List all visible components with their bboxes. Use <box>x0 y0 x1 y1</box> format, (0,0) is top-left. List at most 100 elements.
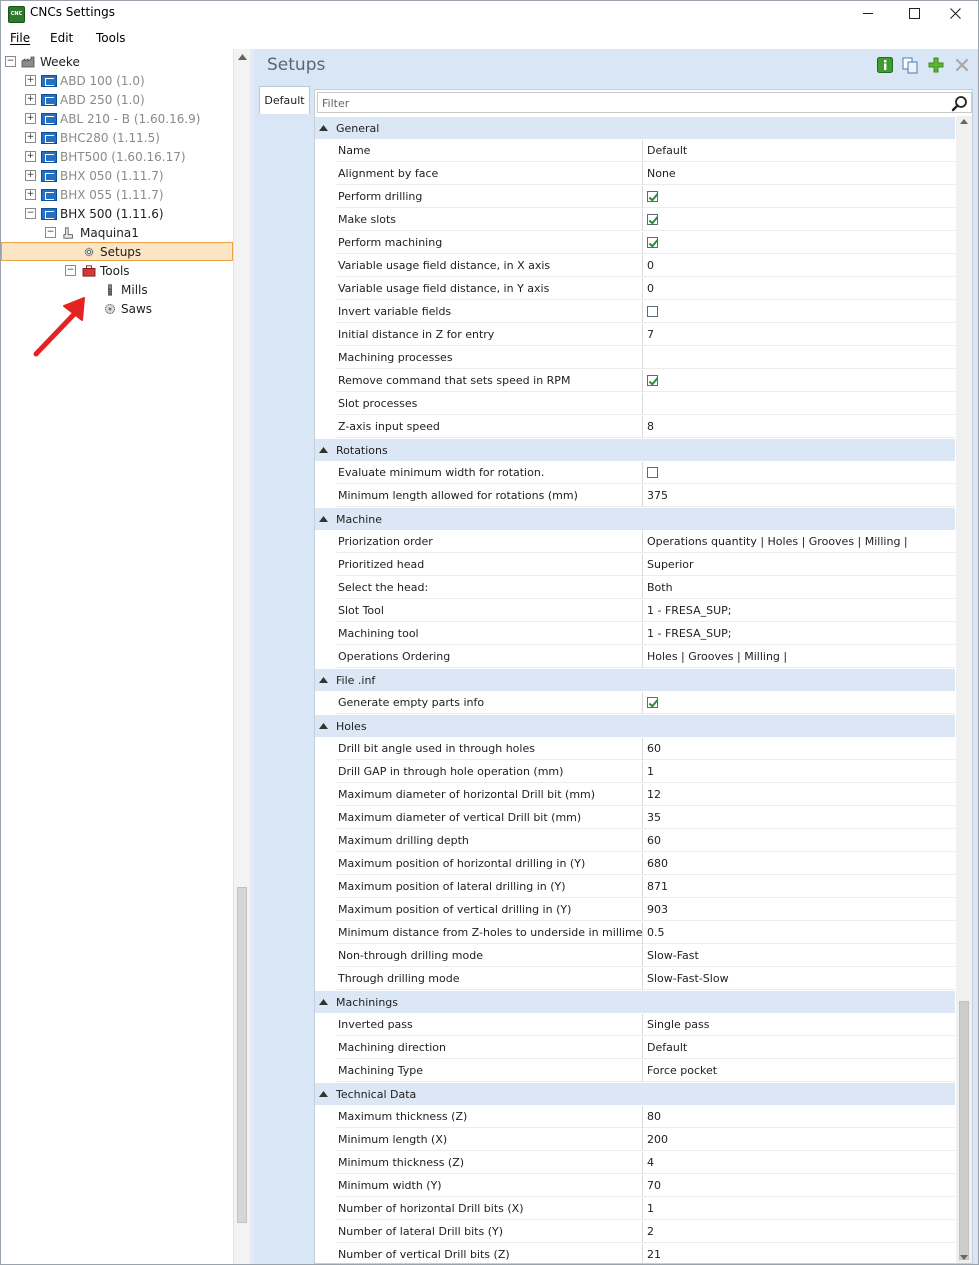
property-checkbox-cell[interactable] <box>643 370 955 392</box>
property-row[interactable]: Maximum position of lateral drilling in … <box>336 876 955 898</box>
property-checkbox-cell[interactable] <box>643 692 955 714</box>
property-checkbox-cell[interactable] <box>643 209 955 231</box>
category-row[interactable]: Rotations <box>315 439 955 461</box>
tree-item-machine[interactable]: + BHX 055 (1.11.7) <box>25 185 164 204</box>
category-row[interactable]: Machine <box>315 508 955 530</box>
property-row[interactable]: Select the head: Both <box>336 577 955 599</box>
tree-item-machine[interactable]: + ABL 210 - B (1.60.16.9) <box>25 109 200 128</box>
tree-item-tools[interactable]: − Tools <box>65 261 130 280</box>
tree-item-machine[interactable]: − BHX 500 (1.11.6) <box>25 204 164 223</box>
property-row[interactable]: Priorization order Operations quantity | … <box>336 531 955 553</box>
property-row[interactable]: Drill bit angle used in through holes 60 <box>336 738 955 760</box>
property-row[interactable]: Number of lateral Drill bits (Y) 2 <box>336 1221 955 1243</box>
collapse-icon[interactable]: − <box>5 56 16 67</box>
property-row[interactable]: Evaluate minimum width for rotation. <box>336 462 955 484</box>
property-value[interactable]: 1 <box>643 1198 955 1220</box>
property-row[interactable]: Remove command that sets speed in RPM <box>336 370 955 392</box>
property-value[interactable]: Slow-Fast-Slow <box>643 968 955 990</box>
info-button[interactable] <box>876 56 894 74</box>
property-value[interactable]: 903 <box>643 899 955 921</box>
property-row[interactable]: Drill GAP in through hole operation (mm)… <box>336 761 955 783</box>
category-row[interactable]: File .inf <box>315 669 955 691</box>
property-row[interactable]: Maximum position of horizontal drilling … <box>336 853 955 875</box>
property-value[interactable]: 0 <box>643 255 955 277</box>
property-value[interactable]: 7 <box>643 324 955 346</box>
property-row[interactable]: Number of vertical Drill bits (Z) 21 <box>336 1244 955 1263</box>
scroll-up-icon[interactable] <box>238 54 247 60</box>
tree-scrollbar[interactable] <box>233 49 251 1264</box>
collapse-chevron-icon[interactable] <box>315 508 331 530</box>
property-checkbox-cell[interactable] <box>643 232 955 254</box>
property-value[interactable]: Operations quantity | Holes | Grooves | … <box>643 531 955 553</box>
checkbox-checked[interactable] <box>647 236 658 248</box>
property-value[interactable]: 1 - FRESA_SUP; <box>643 600 955 622</box>
property-row[interactable]: Perform drilling <box>336 186 955 208</box>
property-value[interactable]: 12 <box>643 784 955 806</box>
property-value[interactable]: 21 <box>643 1244 955 1263</box>
checkbox-unchecked[interactable] <box>647 305 658 317</box>
property-value[interactable]: 60 <box>643 738 955 760</box>
tab-default[interactable]: Default <box>259 86 310 114</box>
property-value[interactable]: 200 <box>643 1129 955 1151</box>
search-icon[interactable] <box>951 95 968 112</box>
expand-icon[interactable]: + <box>25 189 36 200</box>
tree-item-machine[interactable]: + ABD 100 (1.0) <box>25 71 145 90</box>
property-value[interactable]: 8 <box>643 416 955 438</box>
expand-icon[interactable]: + <box>25 113 36 124</box>
scroll-down-icon[interactable] <box>960 1255 968 1260</box>
minimize-button[interactable] <box>845 1 891 26</box>
checkbox-checked[interactable] <box>647 374 658 386</box>
delete-button[interactable] <box>953 56 971 74</box>
expand-icon[interactable]: + <box>25 94 36 105</box>
property-value[interactable]: Superior <box>643 554 955 576</box>
category-row[interactable]: General <box>315 117 955 139</box>
property-row[interactable]: Z-axis input speed 8 <box>336 416 955 438</box>
property-checkbox-cell[interactable] <box>643 462 955 484</box>
property-value[interactable]: 4 <box>643 1152 955 1174</box>
collapse-chevron-icon[interactable] <box>315 715 331 737</box>
tree-item-machine[interactable]: + BHC280 (1.11.5) <box>25 128 160 147</box>
checkbox-checked[interactable] <box>647 190 658 202</box>
category-row[interactable]: Holes <box>315 715 955 737</box>
property-value[interactable]: Slow-Fast <box>643 945 955 967</box>
collapse-chevron-icon[interactable] <box>315 439 331 461</box>
property-row[interactable]: Machining processes <box>336 347 955 369</box>
property-row[interactable]: Generate empty parts info <box>336 692 955 714</box>
property-row[interactable]: Maximum diameter of vertical Drill bit (… <box>336 807 955 829</box>
collapse-chevron-icon[interactable] <box>315 1083 331 1105</box>
property-row[interactable]: Inverted pass Single pass <box>336 1014 955 1036</box>
property-row[interactable]: Name Default <box>336 140 955 162</box>
expand-icon[interactable]: + <box>25 132 36 143</box>
property-value[interactable]: 1 - FRESA_SUP; <box>643 623 955 645</box>
property-checkbox-cell[interactable] <box>643 301 955 323</box>
grid-scrollbar[interactable] <box>956 116 972 1263</box>
menu-file[interactable]: File <box>10 31 30 45</box>
tree-item-setups[interactable]: Setups <box>1 242 233 261</box>
property-row[interactable]: Machining Type Force pocket <box>336 1060 955 1082</box>
property-row[interactable]: Alignment by face None <box>336 163 955 185</box>
property-row[interactable]: Variable usage field distance, in Y axis… <box>336 278 955 300</box>
property-row[interactable]: Invert variable fields <box>336 301 955 323</box>
tree-item-mills[interactable]: Mills <box>102 280 148 299</box>
property-row[interactable]: Perform machining <box>336 232 955 254</box>
collapse-chevron-icon[interactable] <box>315 669 331 691</box>
property-value[interactable]: 80 <box>643 1106 955 1128</box>
property-row[interactable]: Slot processes <box>336 393 955 415</box>
close-button[interactable] <box>932 1 978 26</box>
property-row[interactable]: Make slots <box>336 209 955 231</box>
checkbox-checked[interactable] <box>647 213 658 225</box>
property-checkbox-cell[interactable] <box>643 186 955 208</box>
property-value[interactable]: 871 <box>643 876 955 898</box>
property-row[interactable]: Machining tool 1 - FRESA_SUP; <box>336 623 955 645</box>
property-row[interactable]: Prioritized head Superior <box>336 554 955 576</box>
property-value[interactable]: Default <box>643 1037 955 1059</box>
maximize-button[interactable] <box>891 1 937 26</box>
scroll-up-icon[interactable] <box>960 119 968 124</box>
property-row[interactable]: Minimum length allowed for rotations (mm… <box>336 485 955 507</box>
tree-item-saws[interactable]: Saws <box>102 299 152 318</box>
property-row[interactable]: Maximum position of vertical drilling in… <box>336 899 955 921</box>
category-row[interactable]: Machinings <box>315 991 955 1013</box>
property-row[interactable]: Maximum drilling depth 60 <box>336 830 955 852</box>
collapse-chevron-icon[interactable] <box>315 117 331 139</box>
property-value[interactable]: 0.5 <box>643 922 955 944</box>
